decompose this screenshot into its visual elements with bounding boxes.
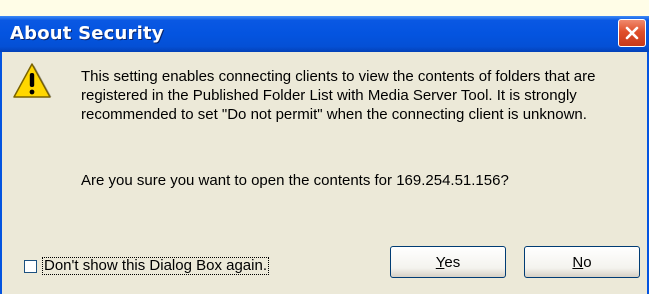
- background-window-strip: [0, 0, 649, 16]
- dialog-content: This setting enables connecting clients …: [0, 52, 649, 294]
- yes-button[interactable]: Yes: [390, 246, 506, 278]
- about-security-dialog: About Security This setting enables conn…: [0, 0, 649, 294]
- dialog-titlebar[interactable]: About Security: [0, 16, 649, 52]
- dont-show-again-label[interactable]: Don't show this Dialog Box again.: [42, 257, 269, 275]
- close-icon: [625, 26, 639, 40]
- yes-button-label: Yes: [435, 253, 461, 271]
- warning-icon: [13, 63, 52, 98]
- dialog-title: About Security: [10, 23, 164, 44]
- no-button[interactable]: No: [524, 246, 640, 278]
- close-button[interactable]: [618, 19, 646, 47]
- dont-show-again-row[interactable]: Don't show this Dialog Box again.: [24, 257, 269, 275]
- dialog-message: This setting enables connecting clients …: [81, 68, 596, 123]
- no-button-label: No: [572, 253, 592, 271]
- dialog-question: Are you sure you want to open the conten…: [81, 172, 509, 189]
- dont-show-again-checkbox[interactable]: [24, 259, 37, 273]
